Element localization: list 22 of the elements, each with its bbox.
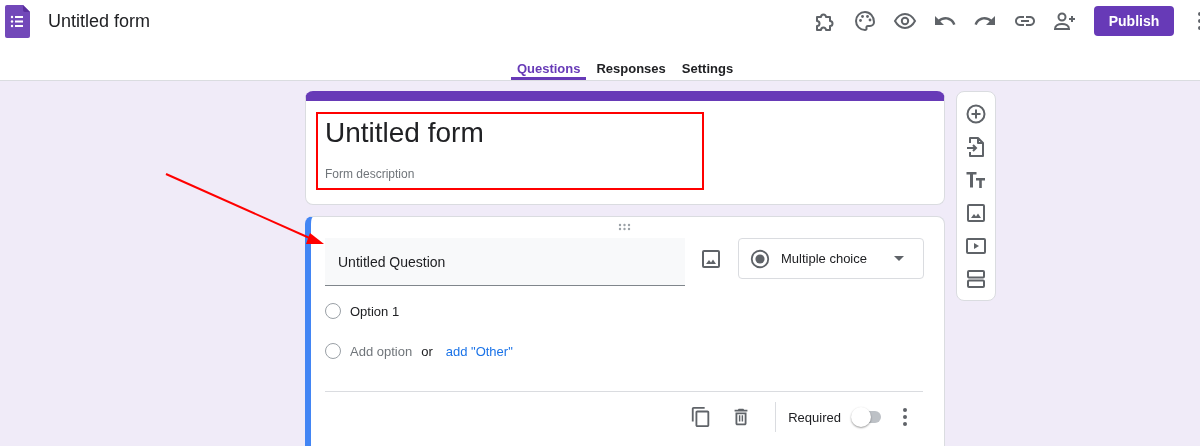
or-text: or — [421, 343, 433, 359]
forms-logo-icon[interactable] — [5, 4, 30, 38]
tab[interactable]: Responses — [590, 42, 672, 80]
question-type-dropdown[interactable]: Multiple choice — [738, 238, 924, 279]
add-circle-icon[interactable] — [964, 102, 988, 126]
form-title[interactable]: Untitled form — [48, 10, 151, 32]
tab[interactable]: Questions — [510, 42, 587, 80]
required-toggle[interactable] — [851, 407, 883, 427]
question-field[interactable]: Untitled Question — [325, 238, 685, 286]
publish-button[interactable]: Publish — [1094, 6, 1174, 36]
radio-icon — [749, 247, 771, 270]
add-option-link[interactable]: Add option — [350, 343, 413, 359]
image-icon[interactable] — [699, 247, 723, 271]
image-icon[interactable] — [964, 201, 988, 225]
section-icon[interactable] — [964, 267, 988, 291]
palette-icon[interactable] — [853, 9, 877, 33]
add-other-link[interactable]: add "Other" — [445, 343, 513, 359]
caret-icon — [894, 256, 904, 261]
required-label: Required — [788, 409, 841, 425]
drag-handle-icon[interactable] — [618, 223, 631, 231]
option-label[interactable]: Option 1 — [350, 303, 400, 319]
tab[interactable]: Settings — [675, 42, 740, 80]
